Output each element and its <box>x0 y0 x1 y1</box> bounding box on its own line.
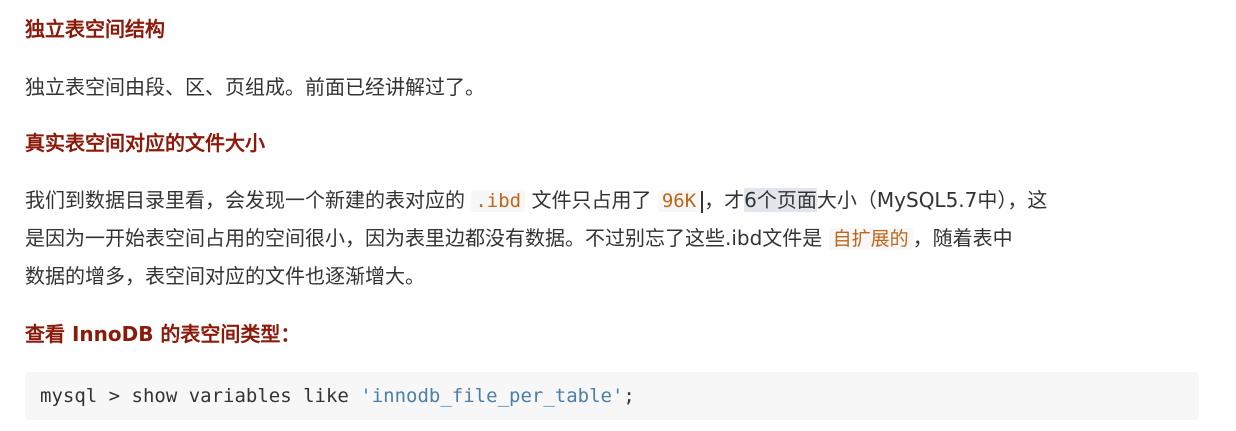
section-heading-3: 查看 InnoDB 的表空间类型： <box>25 322 301 346</box>
inline-code-96k: 96K <box>657 190 701 212</box>
para2-text-2: 文件只占用了 <box>525 188 658 212</box>
para2-text-6: ，随着表中 <box>912 226 1013 250</box>
para2-text-1: 我们到数据目录里看，会发现一个新建的表对应的 <box>25 188 472 212</box>
para2-text-3: ，才 <box>704 188 745 212</box>
paragraph-2-line-3: 数据的增多，表空间对应的文件也逐渐增大。 <box>25 264 425 288</box>
paragraph-2-line-2: 是因为一开始表空间占用的空间很小，因为表里边都没有数据。不过别忘了这些.ibd文… <box>25 220 1201 258</box>
code-block: mysql > show variables like 'innodb_file… <box>25 372 1199 420</box>
inline-code-ibd: .ibd <box>471 190 526 212</box>
highlighted-text: 6个页面 <box>744 188 817 212</box>
inline-code-self-extending: 自扩展的 <box>828 228 913 250</box>
paragraph-2-line-1: 我们到数据目录里看，会发现一个新建的表对应的 .ibd 文件只占用了 96K ，才… <box>25 182 1201 220</box>
text-cursor-icon <box>701 190 704 213</box>
section-heading-2: 真实表空间对应的文件大小 <box>25 131 265 155</box>
para2-text-4: 大小（MySQL5.7中），这 <box>816 188 1048 212</box>
code-prefix: mysql > show variables like <box>40 385 361 407</box>
paragraph-2: 我们到数据目录里看，会发现一个新建的表对应的 .ibd 文件只占用了 96K ，才… <box>25 182 1201 295</box>
section-heading-1: 独立表空间结构 <box>25 17 165 41</box>
code-string-literal: 'innodb_file_per_table' <box>360 385 624 407</box>
code-suffix: ; <box>623 385 635 407</box>
paragraph-1: 独立表空间由段、区、页组成。前面已经讲解过了。 <box>25 75 485 99</box>
para2-text-5: 是因为一开始表空间占用的空间很小，因为表里边都没有数据。不过别忘了这些.ibd文… <box>25 226 829 250</box>
